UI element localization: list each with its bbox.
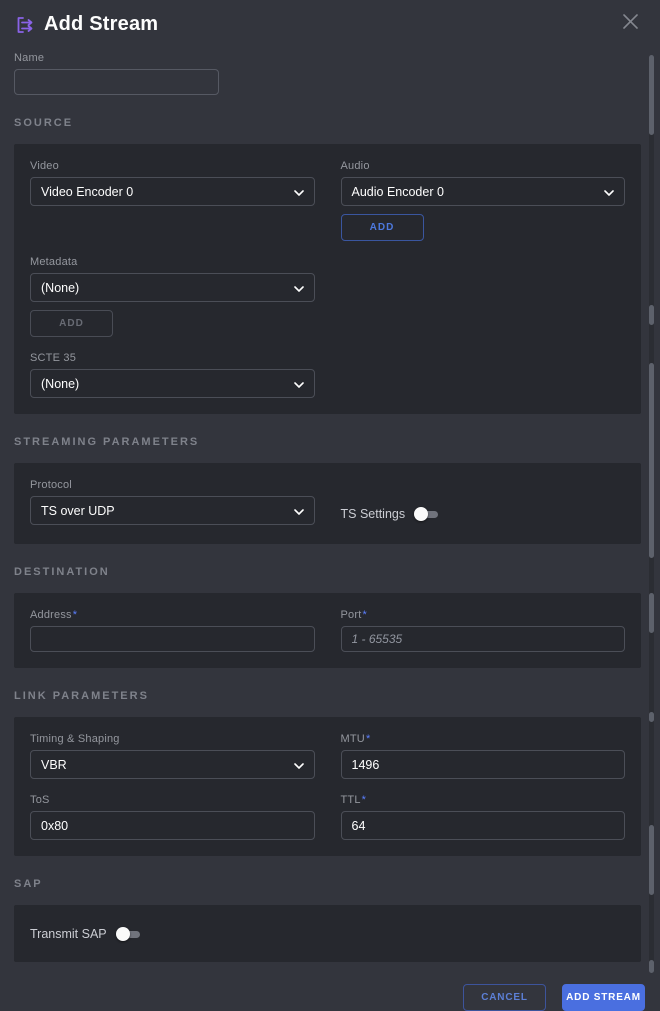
transmit-sap-toggle[interactable] [116, 927, 140, 941]
audio-select-value: Audio Encoder 0 [352, 185, 444, 199]
chevron-down-icon [294, 281, 304, 295]
port-field-group: Port* [341, 609, 626, 652]
timing-shaping-field-group: Timing & Shaping VBR [30, 733, 315, 779]
chevron-down-icon [294, 377, 304, 391]
add-stream-button[interactable]: ADD STREAM [562, 984, 645, 1011]
ttl-label: TTL* [341, 794, 626, 806]
transmit-sap-row: Transmit SAP [30, 927, 140, 941]
metadata-field-group: Metadata (None) ADD [30, 256, 315, 337]
required-asterisk: * [73, 609, 77, 621]
address-field-group: Address* [30, 609, 315, 652]
section-title-link-parameters: LINK PARAMETERS [14, 690, 645, 702]
scrollbar-thumb [649, 363, 654, 558]
ts-settings-label: TS Settings [341, 507, 406, 521]
mtu-field-group: MTU* [341, 733, 626, 779]
section-title-destination: DESTINATION [14, 566, 645, 578]
timing-shaping-select-value: VBR [41, 758, 67, 772]
protocol-select-value: TS over UDP [41, 504, 115, 518]
port-input[interactable] [341, 626, 626, 652]
name-field-group: Name [14, 52, 645, 95]
add-stream-dialog: Add Stream Name SOURCE Video Video Encod… [0, 0, 660, 1011]
chevron-down-icon [294, 758, 304, 772]
metadata-select[interactable]: (None) [30, 273, 315, 302]
mtu-input[interactable] [341, 750, 626, 779]
section-title-source: SOURCE [14, 117, 645, 129]
scrollbar-thumb [649, 712, 654, 722]
metadata-select-value: (None) [41, 281, 79, 295]
protocol-select[interactable]: TS over UDP [30, 496, 315, 525]
section-title-sap: SAP [14, 878, 645, 890]
stream-output-icon [14, 14, 36, 36]
metadata-label: Metadata [30, 256, 315, 268]
protocol-label: Protocol [30, 479, 315, 491]
required-asterisk: * [366, 733, 370, 745]
required-asterisk: * [362, 794, 366, 806]
audio-select[interactable]: Audio Encoder 0 [341, 177, 626, 206]
video-label: Video [30, 160, 315, 172]
link-parameters-panel: Timing & Shaping VBR MTU* ToS TTL* [14, 717, 641, 856]
chevron-down-icon [604, 185, 614, 199]
scte35-label: SCTE 35 [30, 352, 315, 364]
ts-settings-toggle[interactable] [414, 507, 438, 521]
scrollbar-thumb[interactable] [649, 55, 654, 135]
address-input[interactable] [30, 626, 315, 652]
tos-input[interactable] [30, 811, 315, 840]
sap-panel: Transmit SAP [14, 905, 641, 962]
address-label: Address* [30, 609, 315, 621]
destination-panel: Address* Port* [14, 593, 641, 668]
section-title-streaming-parameters: STREAMING PARAMETERS [14, 436, 645, 448]
video-field-group: Video Video Encoder 0 [30, 160, 315, 241]
scte35-select-value: (None) [41, 377, 79, 391]
streaming-parameters-panel: Protocol TS over UDP TS Settings [14, 463, 641, 544]
ttl-field-group: TTL* [341, 794, 626, 840]
mtu-label: MTU* [341, 733, 626, 745]
scte35-select[interactable]: (None) [30, 369, 315, 398]
video-select-value: Video Encoder 0 [41, 185, 133, 199]
cancel-button[interactable]: CANCEL [463, 984, 546, 1011]
port-label: Port* [341, 609, 626, 621]
toggle-knob [414, 507, 428, 521]
toggle-knob [116, 927, 130, 941]
ttl-input[interactable] [341, 811, 626, 840]
add-metadata-button: ADD [30, 310, 113, 337]
dialog-title: Add Stream [44, 13, 158, 36]
audio-label: Audio [341, 160, 626, 172]
scrollbar-thumb [649, 593, 654, 633]
chevron-down-icon [294, 504, 304, 518]
timing-shaping-select[interactable]: VBR [30, 750, 315, 779]
tos-label: ToS [30, 794, 315, 806]
tos-field-group: ToS [30, 794, 315, 840]
close-icon[interactable] [619, 11, 641, 33]
name-label: Name [14, 52, 645, 64]
scrollbar[interactable] [649, 55, 654, 973]
source-panel: Video Video Encoder 0 Audio Audio Encode… [14, 144, 641, 414]
dialog-header: Add Stream [14, 0, 645, 36]
dialog-footer: CANCEL ADD STREAM [14, 984, 645, 1011]
add-audio-button[interactable]: ADD [341, 214, 424, 241]
scrollbar-thumb [649, 960, 654, 973]
transmit-sap-label: Transmit SAP [30, 927, 107, 941]
timing-shaping-label: Timing & Shaping [30, 733, 315, 745]
protocol-field-group: Protocol TS over UDP [30, 479, 315, 528]
audio-field-group: Audio Audio Encoder 0 ADD [341, 160, 626, 241]
name-input[interactable] [14, 69, 219, 95]
scte35-field-group: SCTE 35 (None) [30, 352, 315, 398]
video-select[interactable]: Video Encoder 0 [30, 177, 315, 206]
scrollbar-thumb [649, 305, 654, 325]
scrollbar-thumb [649, 825, 654, 895]
chevron-down-icon [294, 185, 304, 199]
required-asterisk: * [362, 609, 366, 621]
ts-settings-row: TS Settings [341, 499, 626, 528]
